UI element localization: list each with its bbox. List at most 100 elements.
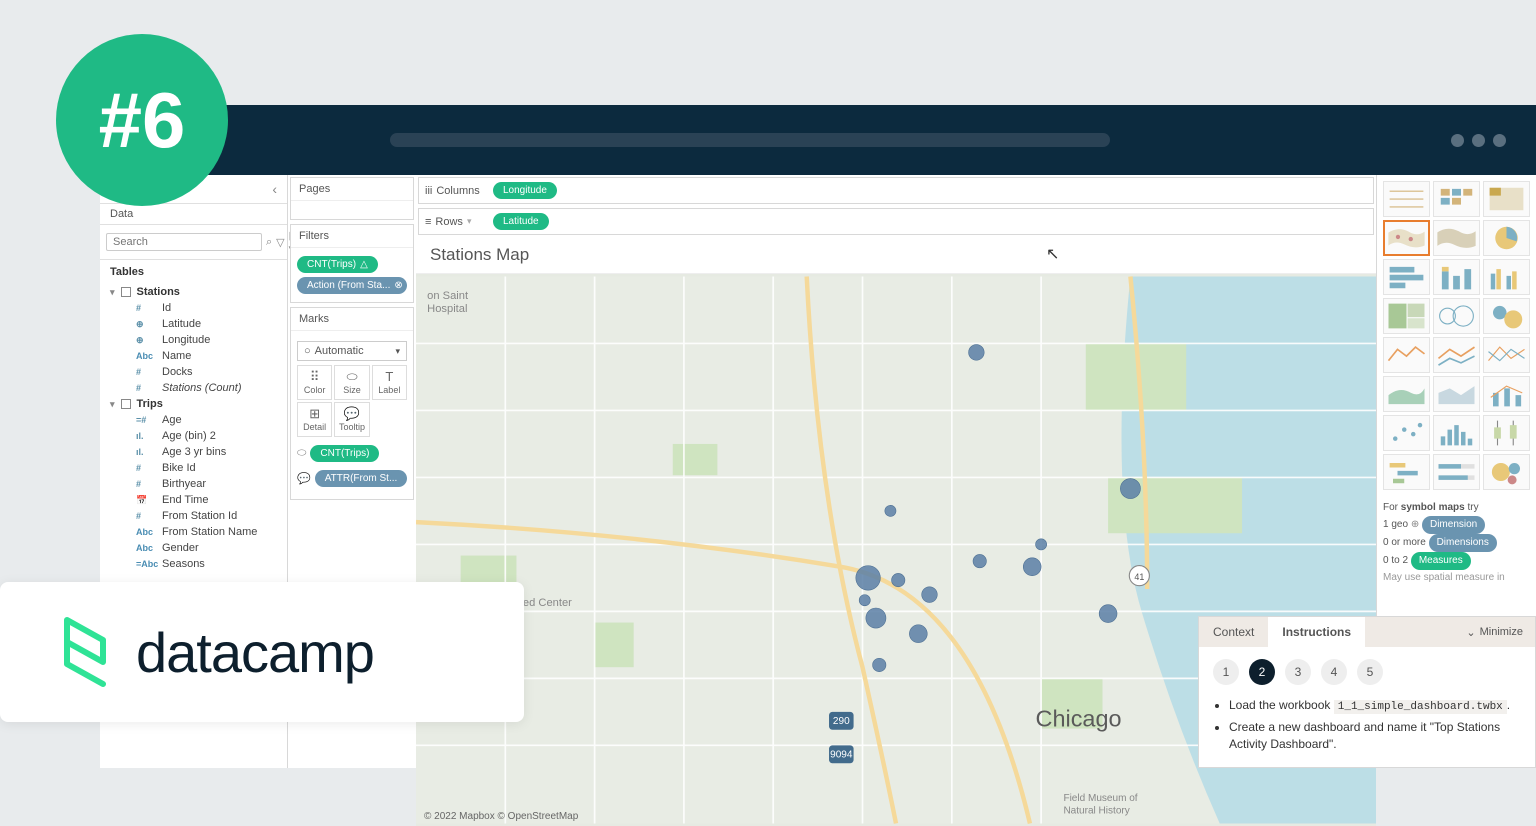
datacamp-logo-card: datacamp (0, 582, 524, 722)
field-gender[interactable]: AbcGender (100, 540, 287, 556)
field-seasons[interactable]: =AbcSeasons (100, 556, 287, 572)
viz-type-side-bar[interactable] (1483, 259, 1530, 295)
bin-icon: ıl. (136, 431, 156, 441)
dot-icon[interactable] (1472, 134, 1485, 147)
viz-type-stacked-bar[interactable] (1433, 259, 1480, 295)
field-docks[interactable]: #Docks (100, 364, 287, 380)
field-age-3yr-bins[interactable]: ıl.Age 3 yr bins (100, 444, 287, 460)
field-age-bin-2[interactable]: ıl.Age (bin) 2 (100, 428, 287, 444)
step-3[interactable]: 3 (1285, 659, 1311, 685)
svg-text:on Saint: on Saint (427, 290, 469, 302)
field-from-station-name[interactable]: AbcFrom Station Name (100, 524, 287, 540)
filter-pill-action[interactable]: Action (From Sta...⊗ (297, 277, 407, 294)
table-stations[interactable]: Stations (100, 284, 287, 300)
data-source-row[interactable]: Data (100, 204, 287, 225)
marks-size-button[interactable]: ⬭Size (334, 365, 369, 400)
minimize-button[interactable]: ⌄Minimize (1454, 618, 1535, 647)
viz-type-dual-combo[interactable] (1483, 376, 1530, 412)
tab-context[interactable]: Context (1199, 617, 1268, 647)
rows-shelf[interactable]: ≡ Rows ▾ Latitude (418, 208, 1374, 235)
geo-icon: ⊕ (136, 319, 156, 330)
viz-type-line-cont[interactable] (1383, 337, 1430, 373)
marks-label-button[interactable]: TLabel (372, 365, 407, 400)
viz-type-heat[interactable] (1433, 181, 1480, 217)
number-icon: # (136, 383, 156, 393)
marks-tooltip-button[interactable]: 💬Tooltip (334, 402, 369, 437)
url-bar[interactable] (390, 133, 1110, 147)
viz-type-text[interactable] (1383, 181, 1430, 217)
field-age[interactable]: =#Age (100, 412, 287, 428)
worksheet-title[interactable]: Stations Map (416, 237, 1376, 274)
number-icon: # (136, 463, 156, 473)
field-end-time[interactable]: 📅End Time (100, 492, 287, 508)
pages-card[interactable]: Pages (290, 177, 414, 220)
map-attribution: © 2022 Mapbox © OpenStreetMap (424, 811, 578, 822)
geo-icon: ⊕ (136, 335, 156, 346)
step-4[interactable]: 4 (1321, 659, 1347, 685)
bin-icon: ıl. (136, 447, 156, 457)
field-name[interactable]: AbcName (100, 348, 287, 364)
viz-type-pie[interactable] (1483, 220, 1530, 256)
number-icon: # (136, 479, 156, 489)
viz-type-bullet[interactable] (1433, 454, 1480, 490)
dot-icon[interactable] (1451, 134, 1464, 147)
search-icon[interactable]: ⌕ (266, 236, 272, 249)
field-stations-count[interactable]: #Stations (Count) (100, 380, 287, 396)
viz-type-scatter[interactable] (1383, 415, 1430, 451)
marks-card[interactable]: Marks Automatic ⠿Color ⬭Size TLabel ⊞Det… (290, 307, 414, 500)
viz-type-dual-line[interactable] (1483, 337, 1530, 373)
viz-type-gantt[interactable] (1383, 454, 1430, 490)
tab-instructions[interactable]: Instructions (1268, 617, 1365, 647)
field-birthyear[interactable]: #Birthyear (100, 476, 287, 492)
viz-type-box[interactable] (1483, 415, 1530, 451)
viz-type-area-cont[interactable] (1383, 376, 1430, 412)
field-latitude[interactable]: ⊕Latitude (100, 316, 287, 332)
columns-pill-longitude[interactable]: Longitude (493, 182, 557, 199)
datacamp-wordmark: datacamp (136, 620, 374, 685)
field-bike-id[interactable]: #Bike Id (100, 460, 287, 476)
mark-pill-size[interactable]: ⬭CNT(Trips) (297, 443, 407, 464)
string-icon: Abc (136, 543, 156, 553)
rows-pill-latitude[interactable]: Latitude (493, 213, 549, 230)
viz-type-circle[interactable] (1433, 298, 1480, 334)
marks-color-button[interactable]: ⠿Color (297, 365, 332, 400)
viz-type-highlight[interactable] (1483, 181, 1530, 217)
table-icon (121, 287, 131, 297)
viz-type-histogram[interactable] (1433, 415, 1480, 451)
filters-card[interactable]: Filters CNT(Trips)△ Action (From Sta...⊗ (290, 224, 414, 303)
number-icon: # (136, 367, 156, 377)
viz-type-hbar[interactable] (1383, 259, 1430, 295)
viz-type-line-disc[interactable] (1433, 337, 1480, 373)
viz-type-treemap[interactable] (1383, 298, 1430, 334)
instructions-list: Load the workbook 1_1_simple_dashboard.t… (1199, 697, 1535, 767)
show-me-grid (1383, 181, 1530, 490)
field-longitude[interactable]: ⊕Longitude (100, 332, 287, 348)
table-trips[interactable]: Trips (100, 396, 287, 412)
dot-icon[interactable] (1493, 134, 1506, 147)
viz-type-filled-map[interactable] (1433, 220, 1480, 256)
chevron-down-icon: ⌄ (1466, 626, 1475, 639)
field-id[interactable]: #Id (100, 300, 287, 316)
tables-header: Tables (100, 260, 287, 284)
collapse-icon[interactable]: ‹ (272, 181, 277, 197)
search-input[interactable] (106, 233, 262, 251)
browser-chrome (100, 105, 1536, 175)
marks-type-dropdown[interactable]: Automatic (297, 341, 407, 361)
step-5[interactable]: 5 (1357, 659, 1383, 685)
viz-type-symbol-map[interactable] (1383, 220, 1430, 256)
filter-icon[interactable]: ▽ (276, 236, 284, 249)
columns-shelf[interactable]: iii Columns Longitude (418, 177, 1374, 204)
viz-type-area-disc[interactable] (1433, 376, 1480, 412)
string-icon: Abc (136, 527, 156, 537)
viz-type-packed-bubble[interactable] (1483, 454, 1530, 490)
size-icon: ⬭ (337, 370, 366, 384)
step-1[interactable]: 1 (1213, 659, 1239, 685)
filter-pill-cnt-trips[interactable]: CNT(Trips)△ (297, 256, 378, 273)
svg-text:41: 41 (1134, 572, 1144, 582)
step-2[interactable]: 2 (1249, 659, 1275, 685)
viz-type-bubble[interactable] (1483, 298, 1530, 334)
field-from-station-id[interactable]: #From Station Id (100, 508, 287, 524)
calc-icon: =# (136, 415, 156, 425)
marks-detail-button[interactable]: ⊞Detail (297, 402, 332, 437)
mark-pill-tooltip[interactable]: 💬ATTR(From St... (297, 468, 407, 489)
